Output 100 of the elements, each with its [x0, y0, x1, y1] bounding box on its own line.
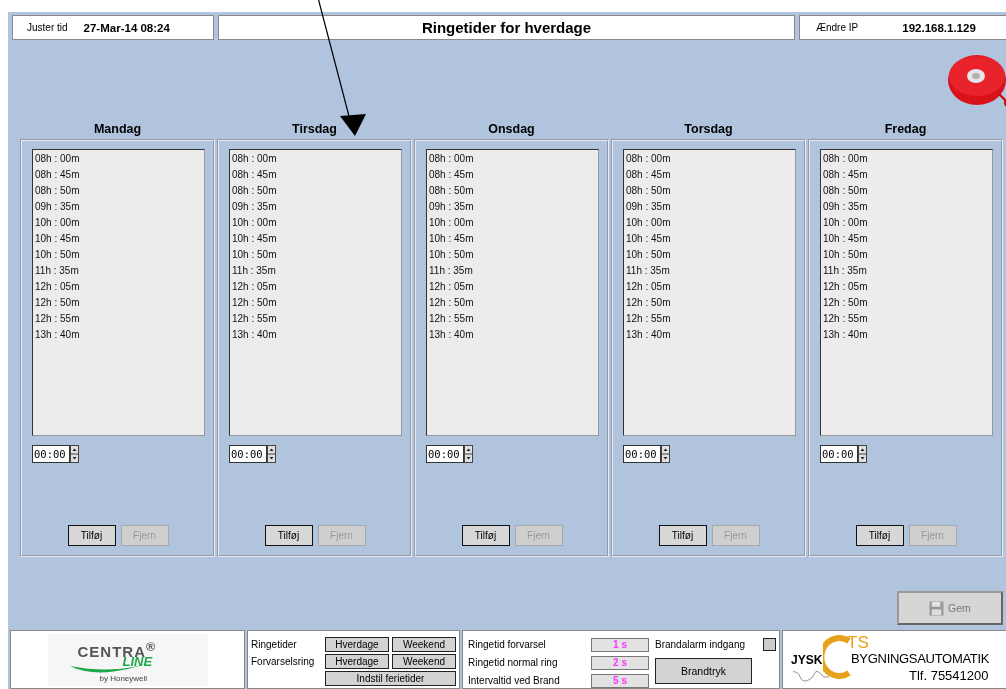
spin-buttons-icon[interactable] — [858, 445, 867, 463]
time-list-item[interactable]: 08h : 50m — [35, 183, 202, 199]
time-list[interactable]: 08h : 00m 08h : 45m 08h : 50m 09h : 35m 10h : 00m 10h : 45m 10h : 50m 11h : 35m 12h : 05m 12h : 50m 12h : 55m 13h : 40m — [229, 149, 402, 436]
spin-buttons-icon[interactable] — [464, 445, 473, 463]
time-list-item[interactable]: 12h : 05m — [429, 279, 596, 295]
time-list-item[interactable]: 12h : 05m — [232, 279, 399, 295]
time-list-item[interactable]: 08h : 45m — [823, 167, 990, 183]
add-button[interactable]: Tilføj — [264, 525, 313, 546]
time-list-item[interactable]: 10h : 45m — [35, 231, 202, 247]
time-list[interactable]: 08h : 00m 08h : 45m 08h : 50m 09h : 35m 10h : 00m 10h : 45m 10h : 50m 11h : 35m 12h : 05m 12h : 50m 12h : 55m 13h : 40m — [623, 149, 796, 436]
time-list-item[interactable]: 12h : 50m — [429, 295, 596, 311]
time-list-item[interactable]: 11h : 35m — [429, 263, 596, 279]
time-input[interactable]: 00:00 — [426, 445, 464, 463]
time-list-item[interactable]: 12h : 50m — [823, 295, 990, 311]
ip-address: 192.168.1.129 — [902, 21, 976, 34]
time-list-item[interactable]: 10h : 50m — [35, 247, 202, 263]
time-list-item[interactable]: 10h : 00m — [823, 215, 990, 231]
spin-buttons-icon[interactable] — [661, 445, 670, 463]
time-list-item[interactable]: 10h : 45m — [232, 231, 399, 247]
adjust-time-label[interactable]: Juster tid — [27, 22, 68, 33]
time-list-item[interactable]: 10h : 50m — [823, 247, 990, 263]
time-list-item[interactable]: 10h : 50m — [626, 247, 793, 263]
day-heading: Fredag — [883, 121, 928, 138]
time-list-item[interactable]: 12h : 55m — [35, 311, 202, 327]
time-list[interactable]: 08h : 00m 08h : 45m 08h : 50m 09h : 35m 10h : 00m 10h : 45m 10h : 50m 11h : 35m 12h : 05m 12h : 50m 12h : 55m 13h : 40m — [820, 149, 993, 436]
time-list-item[interactable]: 09h : 35m — [429, 199, 596, 215]
time-list-item[interactable]: 10h : 50m — [232, 247, 399, 263]
add-button[interactable]: Tilføj — [67, 525, 116, 546]
time-list-item[interactable]: 12h : 05m — [626, 279, 793, 295]
schedule-button[interactable]: Weekend — [392, 637, 456, 652]
setting-label: Ringetid normal ring — [468, 657, 559, 668]
time-list-item[interactable]: 09h : 35m — [823, 199, 990, 215]
schedule-button[interactable]: Weekend — [392, 654, 456, 669]
time-input[interactable]: 00:00 — [623, 445, 661, 463]
time-list[interactable]: 08h : 00m 08h : 45m 08h : 50m 09h : 35m 10h : 00m 10h : 45m 10h : 50m 11h : 35m 12h : 05m 12h : 50m 12h : 55m 13h : 40m — [426, 149, 599, 436]
time-list-item[interactable]: 08h : 45m — [626, 167, 793, 183]
add-button[interactable]: Tilføj — [855, 525, 904, 546]
schedule-label: Ringetider — [251, 639, 297, 650]
time-list-item[interactable]: 10h : 00m — [429, 215, 596, 231]
time-list[interactable]: 08h : 00m 08h : 45m 08h : 50m 09h : 35m 10h : 00m 10h : 45m 10h : 50m 11h : 35m 12h : 05m 12h : 50m 12h : 55m 13h : 40m — [32, 149, 205, 436]
time-list-item[interactable]: 11h : 35m — [35, 263, 202, 279]
time-list-item[interactable]: 12h : 50m — [626, 295, 793, 311]
bell-icon — [947, 54, 1006, 108]
time-list-item[interactable]: 10h : 45m — [429, 231, 596, 247]
time-list-item[interactable]: 09h : 35m — [626, 199, 793, 215]
time-list-item[interactable]: 13h : 40m — [232, 327, 399, 343]
time-list-item[interactable]: 10h : 00m — [626, 215, 793, 231]
time-list-item[interactable]: 10h : 00m — [232, 215, 399, 231]
time-list-item[interactable]: 08h : 00m — [35, 151, 202, 167]
spin-buttons-icon[interactable] — [70, 445, 79, 463]
time-list-item[interactable]: 08h : 50m — [823, 183, 990, 199]
time-input[interactable]: 00:00 — [820, 445, 858, 463]
time-list-item[interactable]: 08h : 50m — [232, 183, 399, 199]
time-list-item[interactable]: 08h : 00m — [429, 151, 596, 167]
schedule-button[interactable]: Hverdage — [325, 654, 389, 669]
time-list-item[interactable]: 12h : 05m — [823, 279, 990, 295]
time-input[interactable]: 00:00 — [32, 445, 70, 463]
time-list-item[interactable]: 09h : 35m — [35, 199, 202, 215]
time-list-item[interactable]: 12h : 50m — [35, 295, 202, 311]
time-list-item[interactable]: 10h : 45m — [626, 231, 793, 247]
time-list-item[interactable]: 12h : 55m — [232, 311, 399, 327]
time-list-item[interactable]: 12h : 55m — [626, 311, 793, 327]
day-heading: Mandag — [92, 121, 143, 138]
add-button[interactable]: Tilføj — [658, 525, 707, 546]
time-list-item[interactable]: 13h : 40m — [823, 327, 990, 343]
time-list-item[interactable]: 11h : 35m — [626, 263, 793, 279]
add-button[interactable]: Tilføj — [461, 525, 510, 546]
time-list-item[interactable]: 13h : 40m — [626, 327, 793, 343]
schedule-button[interactable]: Hverdage — [325, 637, 389, 652]
time-list-item[interactable]: 12h : 55m — [823, 311, 990, 327]
time-list-item[interactable]: 08h : 00m — [232, 151, 399, 167]
day-heading: Tirsdag — [291, 121, 338, 138]
time-list-item[interactable]: 08h : 00m — [626, 151, 793, 167]
time-list-item[interactable]: 08h : 50m — [626, 183, 793, 199]
time-list-item[interactable]: 10h : 00m — [35, 215, 202, 231]
page-title: Ringetider for hverdage — [421, 19, 592, 36]
time-list-item[interactable]: 13h : 40m — [429, 327, 596, 343]
time-list-item[interactable]: 10h : 50m — [429, 247, 596, 263]
fire-button[interactable]: Brandtryk — [655, 658, 752, 684]
time-list-item[interactable]: 08h : 50m — [429, 183, 596, 199]
spin-buttons-icon[interactable] — [267, 445, 276, 463]
time-list-item[interactable]: 11h : 35m — [823, 263, 990, 279]
holiday-button[interactable]: Indstil ferietider — [325, 671, 456, 686]
time-list-item[interactable]: 08h : 45m — [429, 167, 596, 183]
time-list-item[interactable]: 12h : 50m — [232, 295, 399, 311]
logo-tagline: by Honeywell — [99, 673, 148, 683]
time-list-item[interactable]: 12h : 05m — [35, 279, 202, 295]
time-list-item[interactable]: 12h : 55m — [429, 311, 596, 327]
time-list-item[interactable]: 11h : 35m — [232, 263, 399, 279]
time-list-item[interactable]: 08h : 00m — [823, 151, 990, 167]
change-ip-label[interactable]: Ændre IP — [816, 22, 859, 33]
setting-label: Ringetid forvarsel — [468, 639, 547, 650]
time-list-item[interactable]: 13h : 40m — [35, 327, 202, 343]
time-list-item[interactable]: 08h : 45m — [232, 167, 399, 183]
time-list-item[interactable]: 09h : 35m — [232, 199, 399, 215]
time-input[interactable]: 00:00 — [229, 445, 267, 463]
time-list-item[interactable]: 08h : 45m — [35, 167, 202, 183]
time-list-item[interactable]: 10h : 45m — [823, 231, 990, 247]
day-heading: Onsdag — [487, 121, 536, 138]
phone-number: Tlf. 75541200 — [909, 668, 989, 683]
